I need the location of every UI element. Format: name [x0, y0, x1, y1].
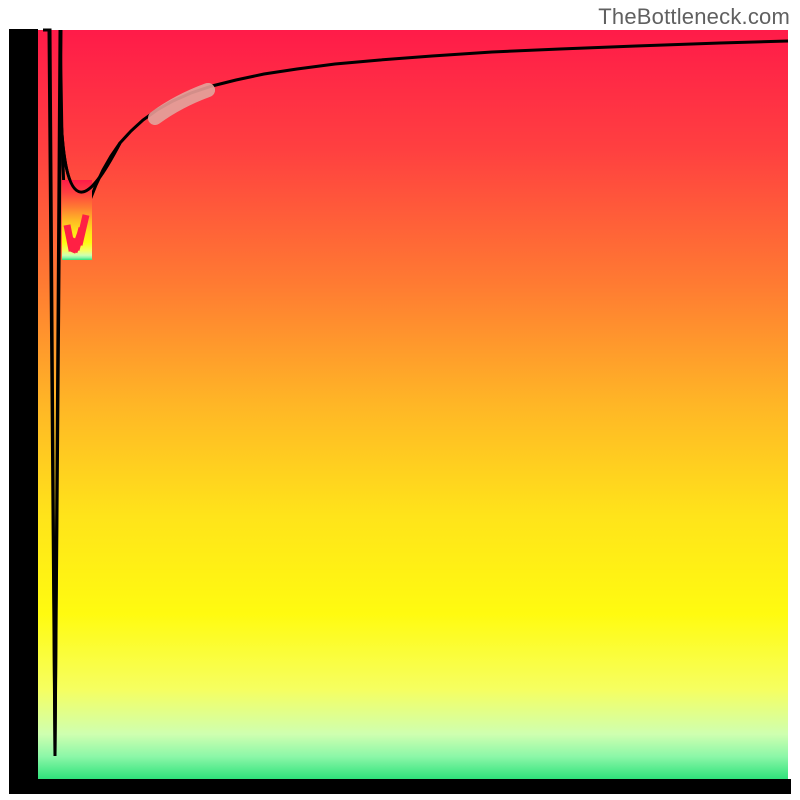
x-axis-band: [9, 779, 791, 794]
watermark-text: TheBottleneck.com: [598, 4, 790, 30]
chart-stage: TheBottleneck.com: [0, 0, 800, 800]
y-axis-band: [9, 29, 38, 780]
plot-background: [37, 30, 788, 779]
chart-svg: [0, 0, 800, 800]
